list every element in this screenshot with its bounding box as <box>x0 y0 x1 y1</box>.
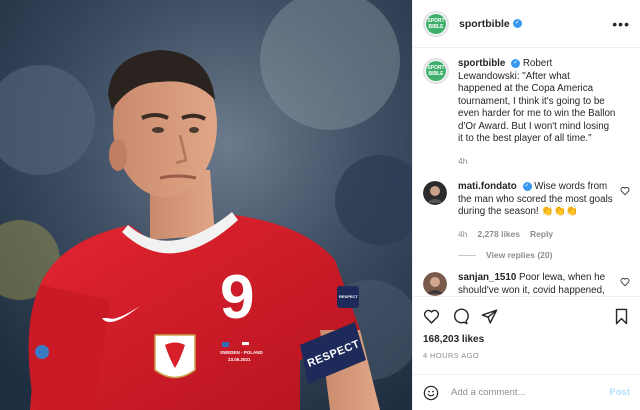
add-comment-input[interactable] <box>451 387 610 398</box>
verified-icon: ✓ <box>522 181 532 191</box>
post-side-panel: SPORT BIBLE sportbible ✓ ••• SPORT BIBLE… <box>412 0 640 410</box>
post-header: SPORT BIBLE sportbible ✓ ••• <box>413 0 640 48</box>
likes-count[interactable]: 168,203 likes <box>423 334 630 345</box>
caption-body: sportbible ✓ Robert Lewandowski: "After … <box>458 58 630 167</box>
action-icons <box>423 305 630 327</box>
save-bookmark-icon[interactable] <box>613 308 630 325</box>
comment-time[interactable]: 4h <box>458 228 467 241</box>
comment-item: mati.fondato ✓ Wise words from the man w… <box>423 181 630 240</box>
commenter-avatar[interactable] <box>423 181 447 205</box>
comment-username[interactable]: sanjan_1510 <box>458 272 516 283</box>
reply-button[interactable]: Reply <box>530 228 553 241</box>
like-comment-heart-icon[interactable] <box>620 186 630 196</box>
sleeve-badge-text: RESPECT <box>339 294 358 299</box>
caption-text: Robert Lewandowski: "After what happened… <box>458 58 616 144</box>
add-comment-bar: Post <box>413 374 640 410</box>
commenter-avatar[interactable] <box>423 272 447 296</box>
like-heart-icon[interactable] <box>423 308 440 325</box>
author-username[interactable]: sportbible <box>459 18 510 30</box>
match-text-date: 23.06.2021 <box>228 357 251 362</box>
share-paper-plane-icon[interactable] <box>481 308 498 325</box>
caption-username[interactable]: sportbible <box>458 58 505 69</box>
avatar-logo-bottom: BIBLE <box>428 23 444 30</box>
comment-body: sanjan_1510 Poor lewa, when he should've… <box>458 272 630 296</box>
caption-meta: 4h <box>458 155 616 168</box>
comment-item: sanjan_1510 Poor lewa, when he should've… <box>423 272 630 296</box>
avatar-logo: SPORT BIBLE <box>426 13 446 34</box>
view-replies-button[interactable]: View replies (20) <box>458 250 630 260</box>
comment-bubble-icon[interactable] <box>452 308 469 325</box>
verified-icon: ✓ <box>512 19 522 28</box>
caption: SPORT BIBLE sportbible ✓ Robert Lewandow… <box>423 58 630 167</box>
view-replies-label: View replies (20) <box>486 250 553 260</box>
verified-icon: ✓ <box>511 58 521 68</box>
emoji-smiley-icon[interactable] <box>423 385 439 401</box>
match-text-teams: SWEDEN - POLAND <box>220 350 263 355</box>
instagram-post: 9 RESPECT RESPECT SWEDEN - POLAND 23.06.… <box>0 0 640 410</box>
comment-body: mati.fondato ✓ Wise words from the man w… <box>458 181 630 240</box>
like-comment-heart-icon[interactable] <box>620 277 630 287</box>
post-comment-button[interactable]: Post <box>609 387 630 398</box>
caption-avatar-logo: SPORT BIBLE <box>426 61 446 81</box>
post-photo[interactable]: 9 RESPECT RESPECT SWEDEN - POLAND 23.06.… <box>0 0 412 410</box>
caption-avatar[interactable]: SPORT BIBLE <box>423 58 449 84</box>
comment-meta: 4h 2,278 likes Reply <box>458 228 616 241</box>
jersey-number: 9 <box>220 263 255 332</box>
post-time-ago[interactable]: 4 HOURS AGO <box>423 351 630 360</box>
comment-username[interactable]: mati.fondato <box>458 181 517 192</box>
more-options-icon[interactable]: ••• <box>612 16 630 32</box>
post-actions: 168,203 likes 4 HOURS AGO <box>413 296 640 374</box>
comment-likes[interactable]: 2,278 likes <box>477 228 520 241</box>
author-avatar[interactable]: SPORT BIBLE <box>423 10 449 37</box>
comments-list[interactable]: SPORT BIBLE sportbible ✓ Robert Lewandow… <box>413 48 640 296</box>
caption-time[interactable]: 4h <box>458 155 467 168</box>
replies-line <box>458 254 476 256</box>
caption-avatar-logo-bottom: BIBLE <box>428 71 444 77</box>
